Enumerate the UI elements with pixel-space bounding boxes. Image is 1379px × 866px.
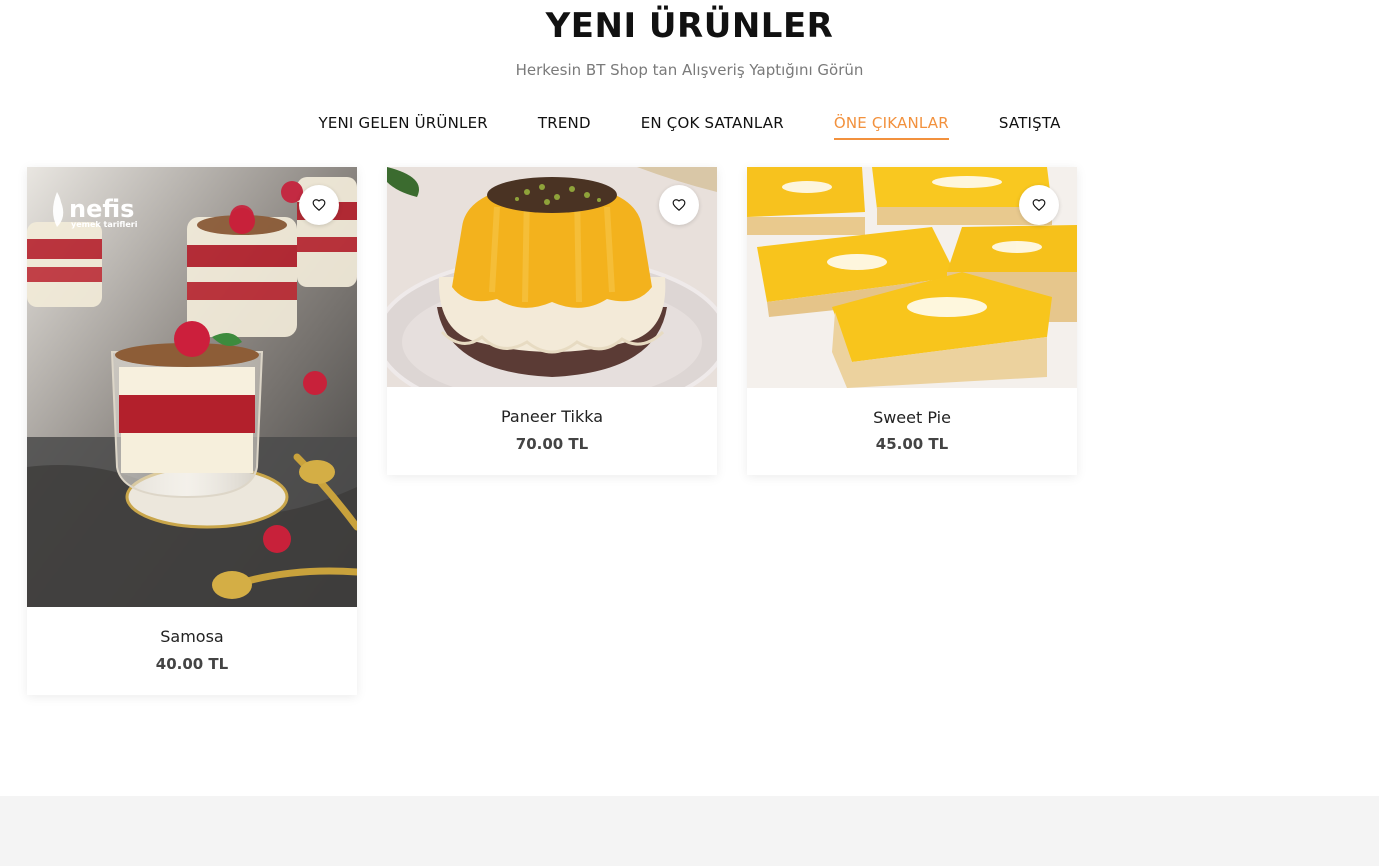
tab-best-sellers[interactable]: EN ÇOK SATANLAR <box>641 114 784 140</box>
heart-icon <box>1032 199 1046 212</box>
wishlist-button[interactable] <box>299 185 339 225</box>
page-subtitle: Herkesin BT Shop tan Alışveriş Yaptığını… <box>515 61 864 79</box>
product-price: 70.00 TL <box>515 435 589 453</box>
heart-icon <box>672 199 686 212</box>
product-card-samosa[interactable]: nefis yemek tarifleri Samosa 40.00 TL <box>27 167 357 695</box>
product-image-sweet-pie[interactable] <box>747 167 1077 388</box>
tab-trend[interactable]: TREND <box>538 114 591 140</box>
product-image-samosa[interactable]: nefis yemek tarifleri <box>27 167 357 607</box>
tab-featured[interactable]: ÖNE ÇIKANLAR <box>833 114 949 140</box>
wishlist-button[interactable] <box>1019 185 1059 225</box>
product-price: 45.00 TL <box>875 435 949 453</box>
product-card-sweet-pie[interactable]: Sweet Pie 45.00 TL <box>747 167 1077 475</box>
product-name[interactable]: Paneer Tikka <box>387 407 717 426</box>
heart-icon <box>312 199 326 212</box>
product-price: 40.00 TL <box>155 655 229 673</box>
product-name[interactable]: Sweet Pie <box>747 408 1077 427</box>
page-title: YENI ÜRÜNLER <box>545 6 834 46</box>
tab-new-arrivals[interactable]: YENI GELEN ÜRÜNLER <box>318 114 487 140</box>
footer-band <box>0 796 1379 866</box>
product-name[interactable]: Samosa <box>27 627 357 646</box>
tab-on-sale[interactable]: SATIŞTA <box>999 114 1061 140</box>
product-card-paneer-tikka[interactable]: Paneer Tikka 70.00 TL <box>387 167 717 475</box>
product-image-paneer-tikka[interactable] <box>387 167 717 387</box>
product-filter-tabs: YENI GELEN ÜRÜNLER TREND EN ÇOK SATANLAR… <box>0 114 1379 140</box>
watermark-logo: nefis <box>69 195 134 223</box>
wishlist-button[interactable] <box>659 185 699 225</box>
svg-text:yemek tarifleri: yemek tarifleri <box>71 220 138 229</box>
layered-dessert-cups-photo: nefis yemek tarifleri <box>27 167 357 607</box>
